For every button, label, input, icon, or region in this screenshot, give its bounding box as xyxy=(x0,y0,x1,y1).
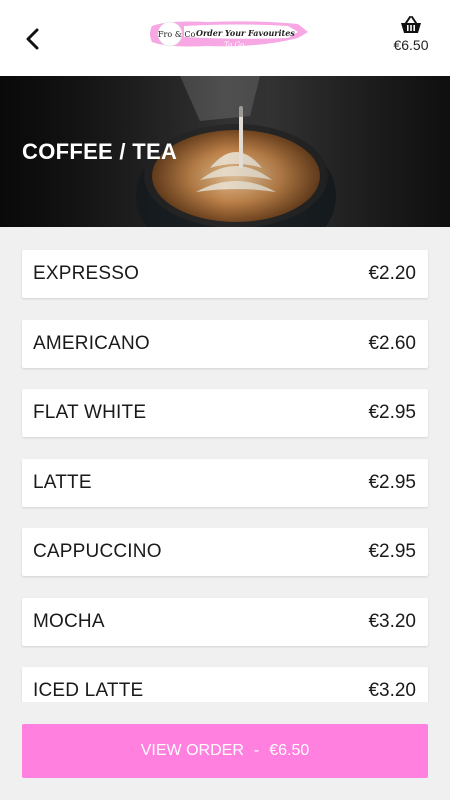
menu-item-price: €2.20 xyxy=(368,263,416,284)
menu-item-flat-white[interactable]: FLAT WHITE €2.95 xyxy=(22,389,428,437)
menu-item-name: MOCHA xyxy=(33,611,105,632)
menu-item-latte[interactable]: LATTE €2.95 xyxy=(22,459,428,507)
logo-tagline: Order Your Favourites xyxy=(196,28,295,38)
view-order-total: €6.50 xyxy=(269,742,310,759)
menu-item-price: €2.95 xyxy=(368,472,416,493)
menu-item-price: €3.20 xyxy=(368,611,416,632)
menu-item-name: CAPPUCCINO xyxy=(33,541,162,562)
basket-icon xyxy=(401,16,421,33)
menu-item-name: LATTE xyxy=(33,472,92,493)
view-order-label: VIEW ORDER xyxy=(140,742,244,759)
cart-button[interactable]: €6.50 xyxy=(386,16,436,62)
menu-item-price: €2.60 xyxy=(368,333,416,354)
logo-text-left: Fro & Co xyxy=(158,30,196,39)
menu-item-cappuccino[interactable]: CAPPUCCINO €2.95 xyxy=(22,528,428,576)
menu-item-name: ICED LATTE xyxy=(33,680,144,701)
view-order-separator: - xyxy=(253,742,260,759)
category-title: COFFEE / TEA xyxy=(22,139,178,164)
menu-item-americano[interactable]: AMERICANO €2.60 xyxy=(22,320,428,368)
back-button[interactable] xyxy=(18,24,48,54)
menu-item-price: €2.95 xyxy=(368,402,416,423)
menu-item-expresso[interactable]: EXPRESSO €2.20 xyxy=(22,250,428,298)
order-footer: VIEW ORDER - €6.50 xyxy=(0,702,450,800)
menu-list[interactable]: EXPRESSO €2.20 AMERICANO €2.60 FLAT WHIT… xyxy=(0,227,450,702)
category-banner: COFFEE / TEA xyxy=(0,76,450,227)
chevron-left-icon xyxy=(26,28,39,50)
menu-item-iced-latte[interactable]: ICED LATTE €3.20 xyxy=(22,667,428,702)
app-header: Fro & Co Order Your Favourites To Go €6.… xyxy=(0,0,450,76)
menu-item-name: EXPRESSO xyxy=(33,263,140,284)
menu-item-name: FLAT WHITE xyxy=(33,402,147,423)
view-order-button[interactable]: VIEW ORDER - €6.50 xyxy=(22,724,428,778)
menu-item-name: AMERICANO xyxy=(33,333,150,354)
cart-total: €6.50 xyxy=(393,37,429,53)
menu-item-mocha[interactable]: MOCHA €3.20 xyxy=(22,598,428,646)
menu-item-price: €3.20 xyxy=(368,680,416,701)
brand-logo: Fro & Co Order Your Favourites To Go xyxy=(148,18,310,54)
menu-item-price: €2.95 xyxy=(368,541,416,562)
logo-subtitle: To Go xyxy=(224,41,245,49)
